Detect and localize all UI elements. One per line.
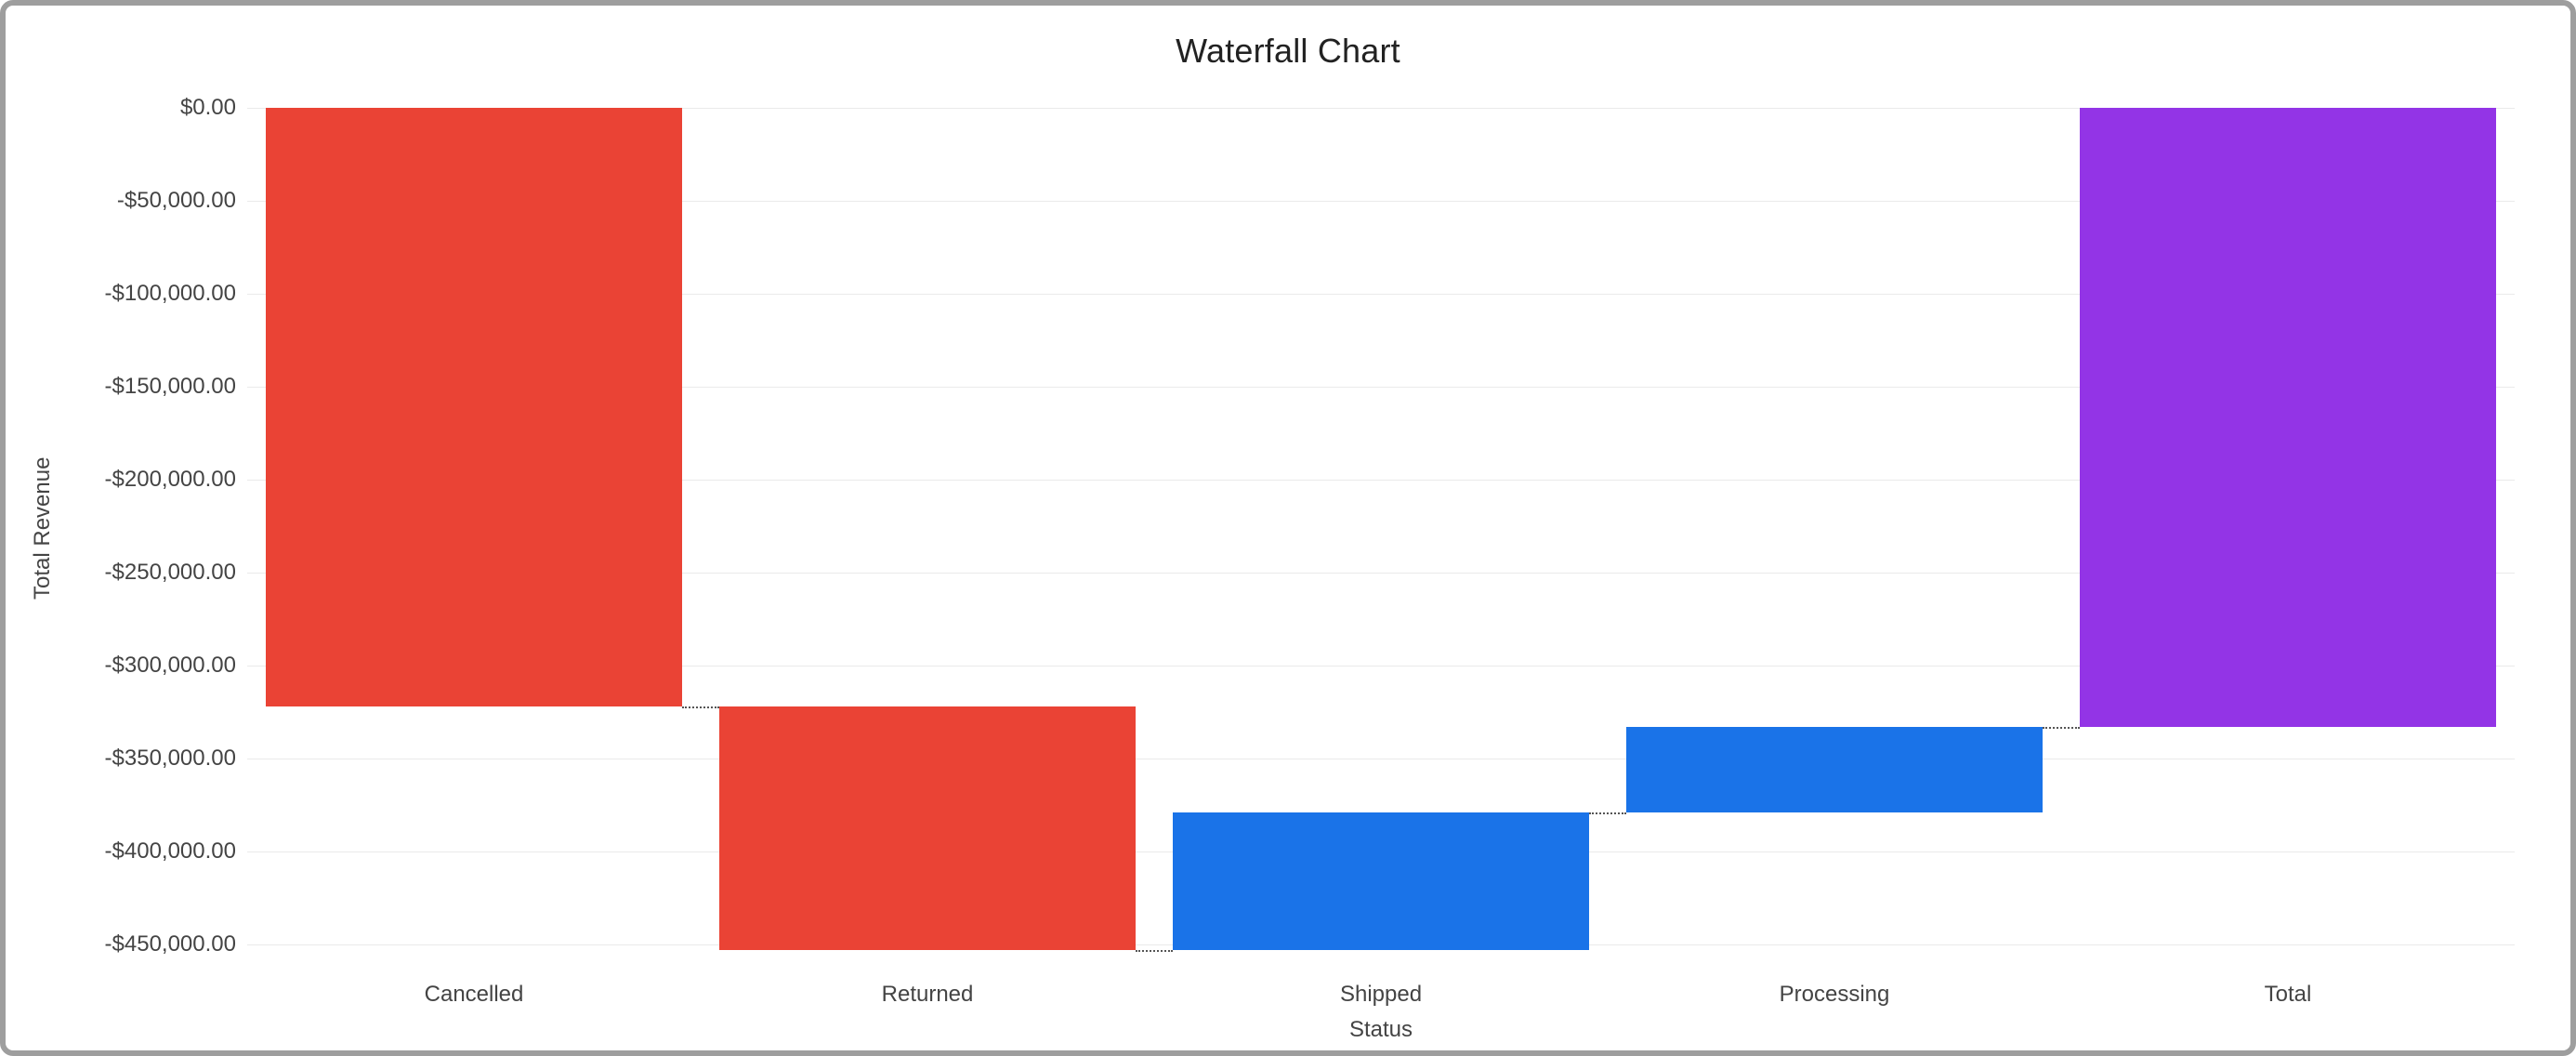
y-tick-label: -$400,000.00	[32, 838, 236, 865]
connector	[1589, 812, 1625, 814]
y-tick-label: -$350,000.00	[32, 746, 236, 772]
y-tick-label: -$250,000.00	[32, 560, 236, 586]
x-tick-label: Processing	[1780, 982, 1890, 1008]
y-tick-label: -$50,000.00	[32, 188, 236, 214]
x-tick-label: Cancelled	[425, 982, 524, 1008]
y-axis-ticks: $0.00-$50,000.00-$100,000.00-$150,000.00…	[6, 108, 247, 963]
bar-processing	[1626, 727, 2044, 812]
plot-area	[247, 108, 2515, 963]
bar-returned	[719, 706, 1137, 950]
y-tick-label: -$150,000.00	[32, 374, 236, 400]
y-tick-label: -$300,000.00	[32, 653, 236, 679]
y-tick-label: -$200,000.00	[32, 467, 236, 493]
y-tick-label: -$100,000.00	[32, 281, 236, 307]
connector	[682, 706, 718, 708]
chart-frame: Waterfall Chart Total Revenue $0.00-$50,…	[0, 0, 2576, 1056]
chart-title: Waterfall Chart	[6, 32, 2570, 71]
bar-shipped	[1173, 812, 1590, 950]
bar-total	[2080, 108, 2497, 727]
y-tick-label: -$450,000.00	[32, 931, 236, 957]
x-tick-label: Shipped	[1340, 982, 1422, 1008]
connector	[2043, 727, 2079, 729]
bar-cancelled	[266, 108, 683, 706]
x-tick-label: Returned	[882, 982, 974, 1008]
x-axis-label: Status	[247, 1017, 2515, 1043]
connector	[1136, 950, 1172, 952]
y-tick-label: $0.00	[32, 95, 236, 121]
x-tick-label: Total	[2265, 982, 2312, 1008]
